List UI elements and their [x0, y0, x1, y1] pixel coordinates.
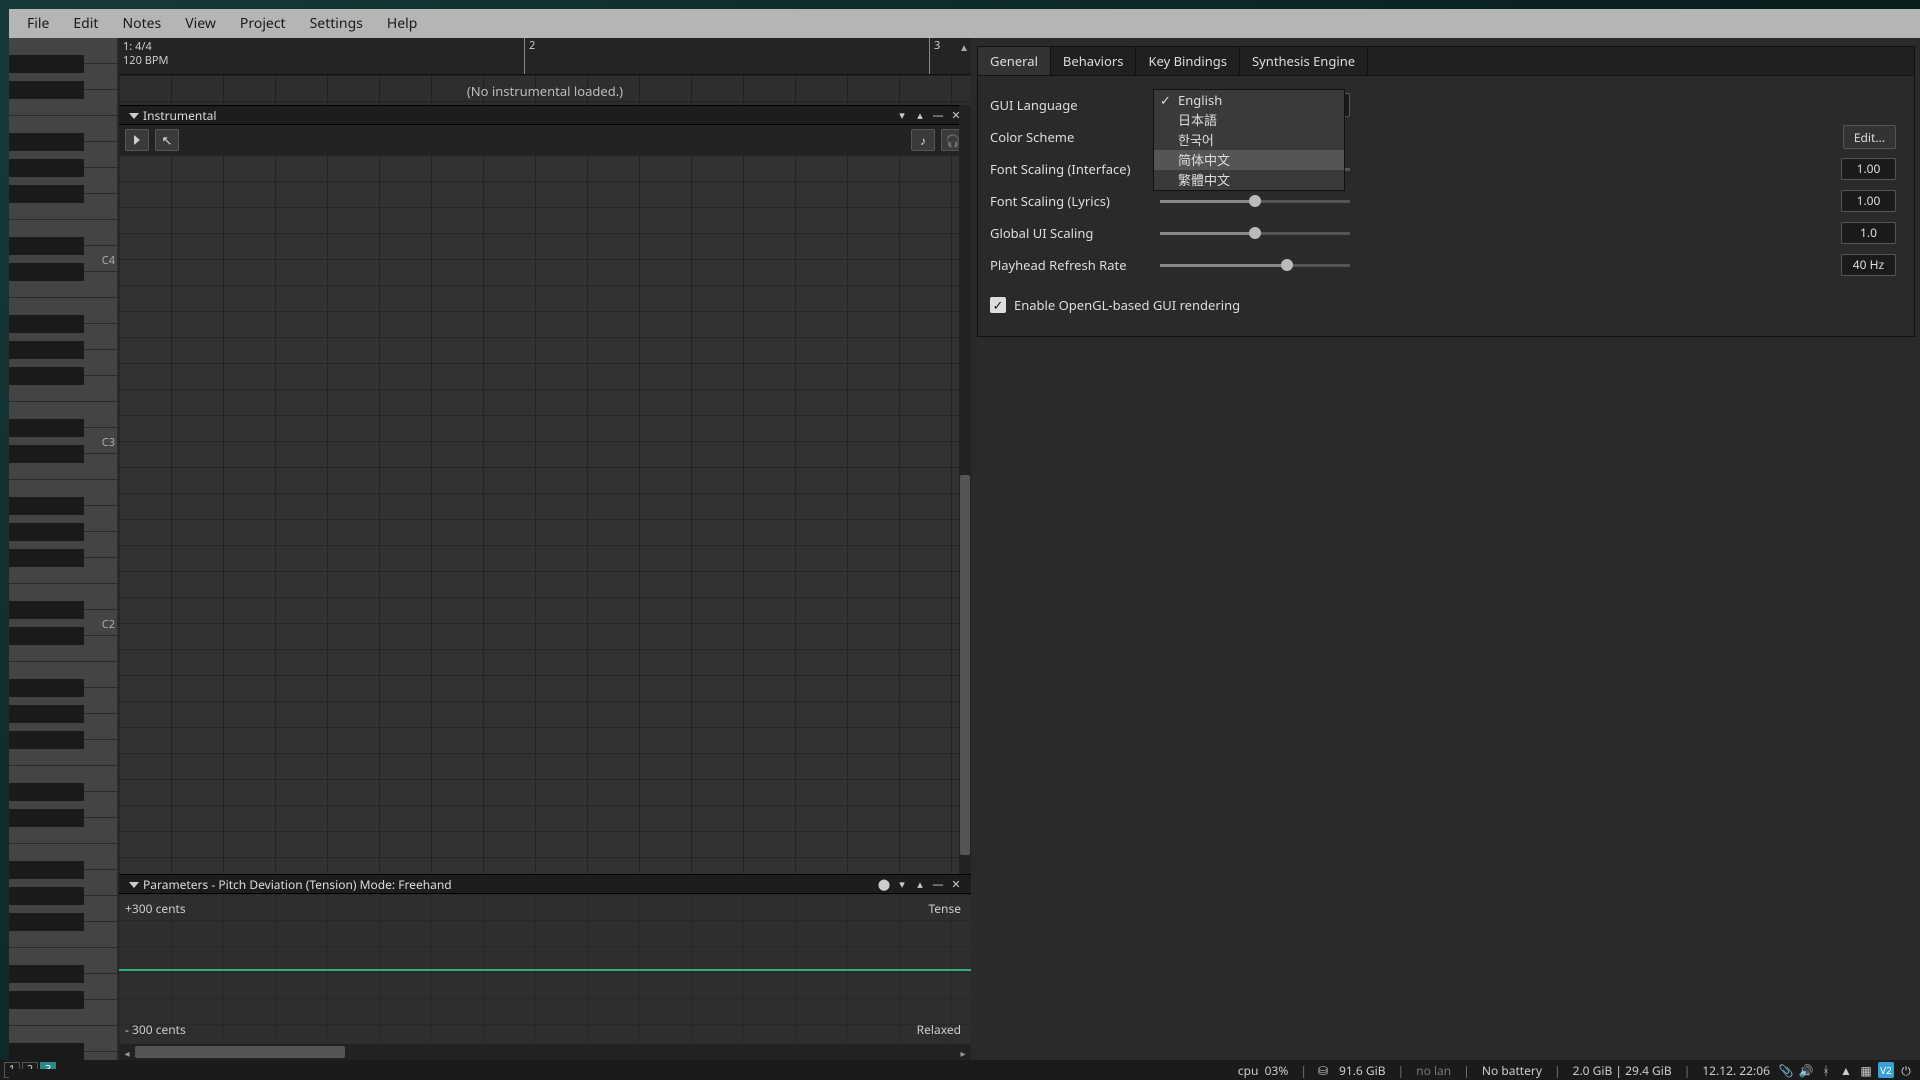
note-tool-button[interactable]: ♪ [911, 129, 935, 151]
params-close-icon[interactable]: ✕ [947, 877, 965, 892]
menu-file[interactable]: File [15, 10, 61, 37]
menu-notes[interactable]: Notes [110, 10, 173, 37]
params-down-icon[interactable]: ▾ [893, 877, 911, 892]
scroll-up-icon[interactable]: ▲ [959, 40, 969, 54]
power-icon[interactable]: ⏻ [1898, 1062, 1914, 1078]
params-collapse-icon[interactable] [125, 877, 143, 892]
font-interface-label: Font Scaling (Interface) [990, 160, 1160, 178]
font-lyrics-label: Font Scaling (Lyrics) [990, 192, 1160, 210]
menu-edit[interactable]: Edit [61, 10, 110, 37]
tab-synthesis[interactable]: Synthesis Engine [1240, 47, 1368, 75]
bluetooth-icon[interactable]: ᚼ [1818, 1062, 1834, 1078]
collapse-icon[interactable] [125, 108, 143, 123]
global-scaling-value[interactable]: 1.0 [1841, 222, 1896, 244]
font-lyrics-value[interactable]: 1.00 [1841, 190, 1896, 212]
time-signature: 1: 4/4 [123, 40, 169, 54]
scroll-left-icon[interactable]: ◂ [121, 1046, 133, 1058]
piano-roll-grid[interactable] [119, 155, 971, 874]
disk-value: 91.6 GiB [1333, 1062, 1392, 1079]
parameters-panel[interactable]: +300 cents Tense - 300 cents Relaxed [119, 894, 971, 1044]
attach-icon[interactable]: 📎 [1778, 1062, 1794, 1078]
params-up-icon[interactable]: ▴ [911, 877, 929, 892]
settings-tabs: General Behaviors Key Bindings Synthesis… [977, 46, 1915, 76]
timeline[interactable]: 1: 4/4 120 BPM 2 3 ▲ [119, 38, 971, 75]
menubar: File Edit Notes View Project Settings He… [9, 9, 1920, 38]
wifi-icon[interactable]: ▲ [1838, 1062, 1854, 1078]
lan-status: no lan [1410, 1062, 1457, 1079]
lang-option-0[interactable]: ✓English [1154, 90, 1344, 110]
gui-language-label: GUI Language [990, 96, 1160, 114]
params-bottom-right-label: Relaxed [917, 1021, 961, 1038]
params-midline [119, 969, 971, 971]
instrumental-track-title: Instrumental [143, 107, 217, 124]
vertical-scrollbar[interactable] [959, 105, 971, 874]
params-top-left-label: +300 cents [125, 900, 186, 917]
instrumental-track-header: Instrumental ▾ ▴ — ✕ [119, 105, 971, 125]
taskbar: 1 2 3 cpu 03% | ⛁ 91.6 GiB | no lan | No… [0, 1060, 1920, 1080]
opengl-label: Enable OpenGL-based GUI rendering [1014, 296, 1240, 314]
tempo: 120 BPM [123, 54, 169, 68]
battery-status: No battery [1476, 1062, 1548, 1079]
track-minimize-icon[interactable]: — [929, 108, 947, 123]
settings-pane: General Behaviors Key Bindings Synthesis… [971, 38, 1920, 1060]
track-menu-down-icon[interactable]: ▾ [893, 108, 911, 123]
clock: 12.12. 22:06 [1696, 1062, 1776, 1079]
tab-behaviors[interactable]: Behaviors [1051, 47, 1137, 75]
no-instrumental-label: (No instrumental loaded.) [119, 82, 971, 100]
cpu-value: 03% [1265, 1062, 1289, 1079]
horizontal-scrollbar[interactable]: ◂ ▸ [119, 1044, 971, 1060]
lang-option-4[interactable]: 繁體中文 [1154, 170, 1344, 190]
vscroll-thumb[interactable] [960, 475, 970, 855]
vnc-tray-icon[interactable]: V2 [1878, 1062, 1894, 1078]
lang-option-2[interactable]: 한국어 [1154, 130, 1344, 150]
cpu-label: cpu [1238, 1062, 1259, 1079]
opengl-checkbox[interactable]: ✓ [990, 297, 1006, 313]
parameters-title: Parameters - Pitch Deviation (Tension) M… [143, 876, 452, 893]
disk-icon: ⛁ [1315, 1062, 1331, 1078]
color-scheme-label: Color Scheme [990, 128, 1160, 146]
volume-icon[interactable]: 🔊 [1798, 1062, 1814, 1078]
menu-view[interactable]: View [173, 10, 228, 37]
params-record-icon[interactable]: ⬤ [875, 877, 893, 892]
cursor-tool-button[interactable]: ↖ [155, 129, 179, 151]
playhead-rate-label: Playhead Refresh Rate [990, 256, 1160, 274]
global-scaling-slider[interactable] [1160, 223, 1350, 243]
scroll-right-icon[interactable]: ▸ [957, 1046, 969, 1058]
color-scheme-edit-button[interactable]: Edit... [1843, 125, 1896, 149]
transport-bar: ↖ ♪ 🎧 [119, 125, 971, 155]
playhead-rate-value[interactable]: 40 Hz [1841, 254, 1896, 276]
tab-keybindings[interactable]: Key Bindings [1136, 47, 1240, 75]
params-bottom-left-label: - 300 cents [125, 1021, 186, 1038]
parameters-header: Parameters - Pitch Deviation (Tension) M… [119, 874, 971, 894]
menu-settings[interactable]: Settings [298, 10, 375, 37]
bar-marker-2: 2 [524, 38, 535, 74]
menu-help[interactable]: Help [375, 10, 430, 37]
params-minimize-icon[interactable]: — [929, 877, 947, 892]
arrangement-lane[interactable]: (No instrumental loaded.) [119, 75, 971, 105]
global-scaling-label: Global UI Scaling [990, 224, 1160, 242]
play-button[interactable] [125, 129, 149, 151]
lang-option-1[interactable]: 日本語 [1154, 110, 1344, 130]
playhead-rate-slider[interactable] [1160, 255, 1350, 275]
editor-pane: C4C3C2 1: 4/4 120 BPM 2 3 ▲ (No instrume… [9, 38, 971, 1060]
font-lyrics-slider[interactable] [1160, 191, 1350, 211]
piano-keys[interactable]: C4C3C2 [9, 38, 119, 1060]
bar-marker-3: 3 [929, 38, 940, 74]
network-icon[interactable]: ▦ [1858, 1062, 1874, 1078]
hscroll-thumb[interactable] [135, 1046, 345, 1058]
lang-option-3[interactable]: 简体中文 [1154, 150, 1344, 170]
track-move-up-icon[interactable]: ▴ [911, 108, 929, 123]
tab-general[interactable]: General [978, 47, 1051, 75]
memory-status: 2.0 GiB | 29.4 GiB [1567, 1062, 1678, 1079]
gui-language-dropdown[interactable]: ✓English日本語한국어简体中文繁體中文 [1153, 89, 1345, 191]
menu-project[interactable]: Project [228, 10, 298, 37]
font-interface-value[interactable]: 1.00 [1841, 158, 1896, 180]
params-top-right-label: Tense [928, 900, 961, 917]
